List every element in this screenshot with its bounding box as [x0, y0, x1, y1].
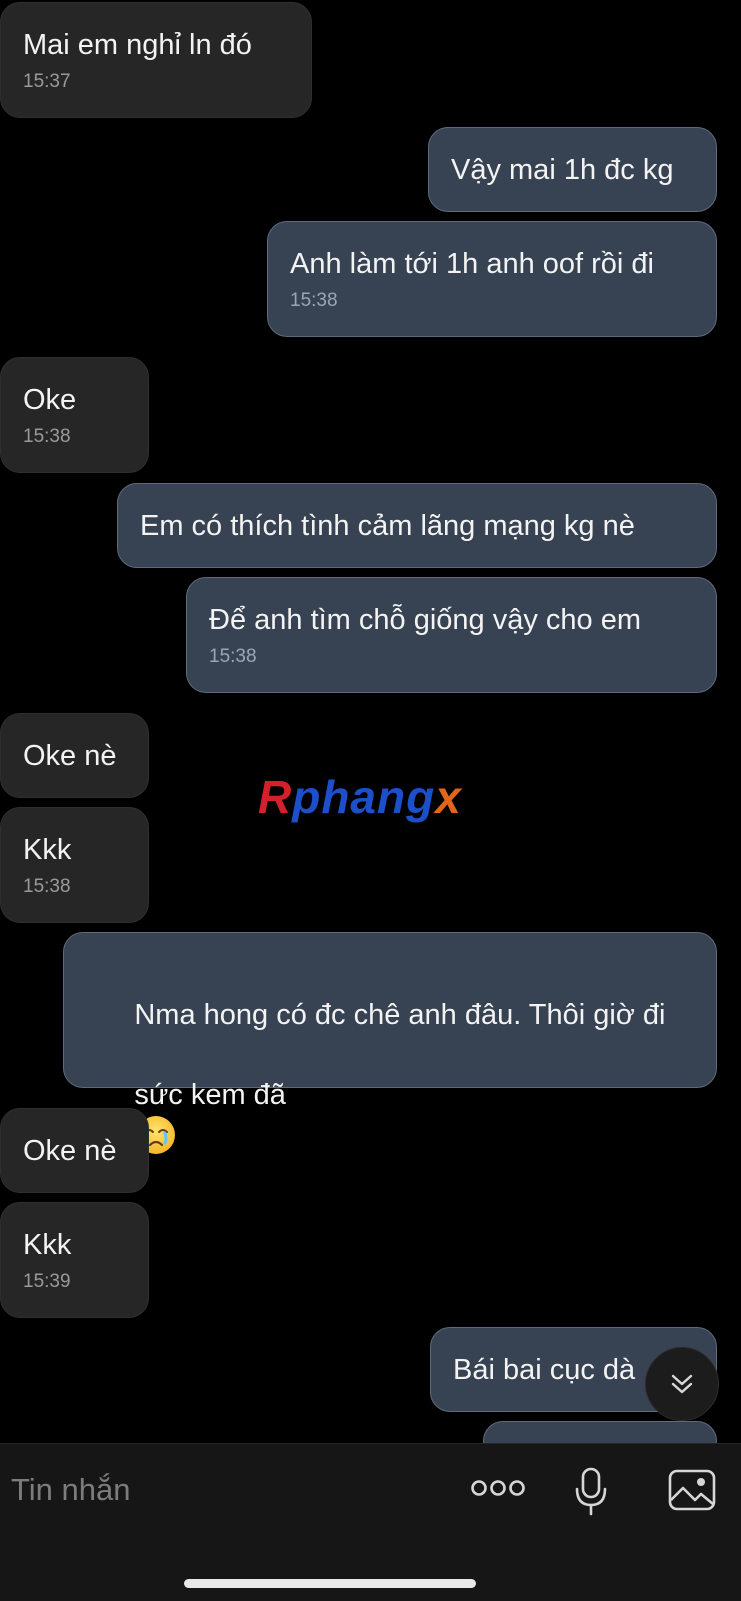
message-bubble-outgoing[interactable]: Vậy mai 1h đc kg — [428, 127, 717, 212]
more-options-button[interactable] — [470, 1466, 526, 1510]
more-dots-icon — [471, 1480, 525, 1496]
message-text: Vậy mai 1h đc kg — [451, 154, 674, 186]
message-text: Anh làm tới 1h anh oof rồi đi — [290, 248, 655, 280]
watermark-part2: phang — [292, 771, 436, 823]
image-gallery-icon — [668, 1469, 716, 1511]
message-bubble-incoming[interactable]: Oke nè — [0, 713, 149, 798]
message-text-line1: Nma hong có đc chê anh đâu. Thôi giờ đi — [134, 999, 666, 1031]
message-bubble-outgoing[interactable]: Anh làm tới 1h anh oof rồi đi 15:38 — [267, 221, 717, 337]
message-text: Oke nè — [23, 1135, 117, 1167]
message-timestamp: 15:38 — [290, 290, 338, 311]
message-timestamp: 15:37 — [23, 71, 71, 92]
message-input[interactable]: Tin nhắn — [11, 1472, 131, 1508]
watermark-logo: Rphangx — [258, 770, 462, 824]
message-timestamp: 15:38 — [209, 646, 257, 667]
message-bubble-incoming[interactable]: Oke 15:38 — [0, 357, 149, 473]
attach-image-button[interactable] — [666, 1466, 718, 1514]
message-timestamp: 15:39 — [23, 1271, 71, 1292]
home-indicator — [184, 1579, 476, 1588]
message-timestamp: 15:38 — [23, 426, 71, 447]
message-text: Kkk — [23, 834, 72, 866]
message-bubble-incoming[interactable]: Kkk 15:38 — [0, 807, 149, 923]
watermark-part1: R — [258, 771, 293, 823]
message-text: Nma hong có đc chê anh đâu. Thôi giờ đi … — [86, 955, 694, 1198]
message-bubble-outgoing[interactable]: Em có thích tình cảm lãng mạng kg nè — [117, 483, 717, 568]
microphone-icon — [575, 1467, 607, 1516]
voice-message-button[interactable] — [570, 1466, 612, 1518]
message-bubble-outgoing[interactable]: Nma hong có đc chê anh đâu. Thôi giờ đi … — [63, 932, 717, 1225]
double-chevron-down-icon — [671, 1374, 693, 1394]
message-bubble-incoming[interactable]: Oke nè — [0, 1108, 149, 1193]
message-timestamp: 15:38 — [23, 876, 71, 897]
scroll-to-bottom-button[interactable] — [645, 1347, 719, 1421]
message-bubble-incoming[interactable]: Kkk 15:39 — [0, 1202, 149, 1318]
message-bubble-outgoing[interactable]: Để anh tìm chỗ giống vậy cho em 15:38 — [186, 577, 717, 693]
message-text: Kkk — [23, 1229, 72, 1261]
watermark-part3: x — [435, 771, 462, 823]
message-bubble-incoming[interactable]: Mai em nghỉ ln đó 15:37 — [0, 2, 312, 118]
message-timestamp: 15:39 — [86, 1202, 694, 1228]
message-text: Oke — [23, 384, 77, 416]
message-composer: Tin nhắn — [0, 1443, 741, 1601]
message-text: Oke nè — [23, 740, 117, 772]
message-text: Mai em nghỉ ln đó — [23, 29, 252, 61]
message-text: Để anh tìm chỗ giống vậy cho em — [209, 604, 642, 636]
message-text-line2: sức kem đã — [134, 1079, 286, 1111]
message-text: Em có thích tình cảm lãng mạng kg nè — [140, 510, 635, 542]
